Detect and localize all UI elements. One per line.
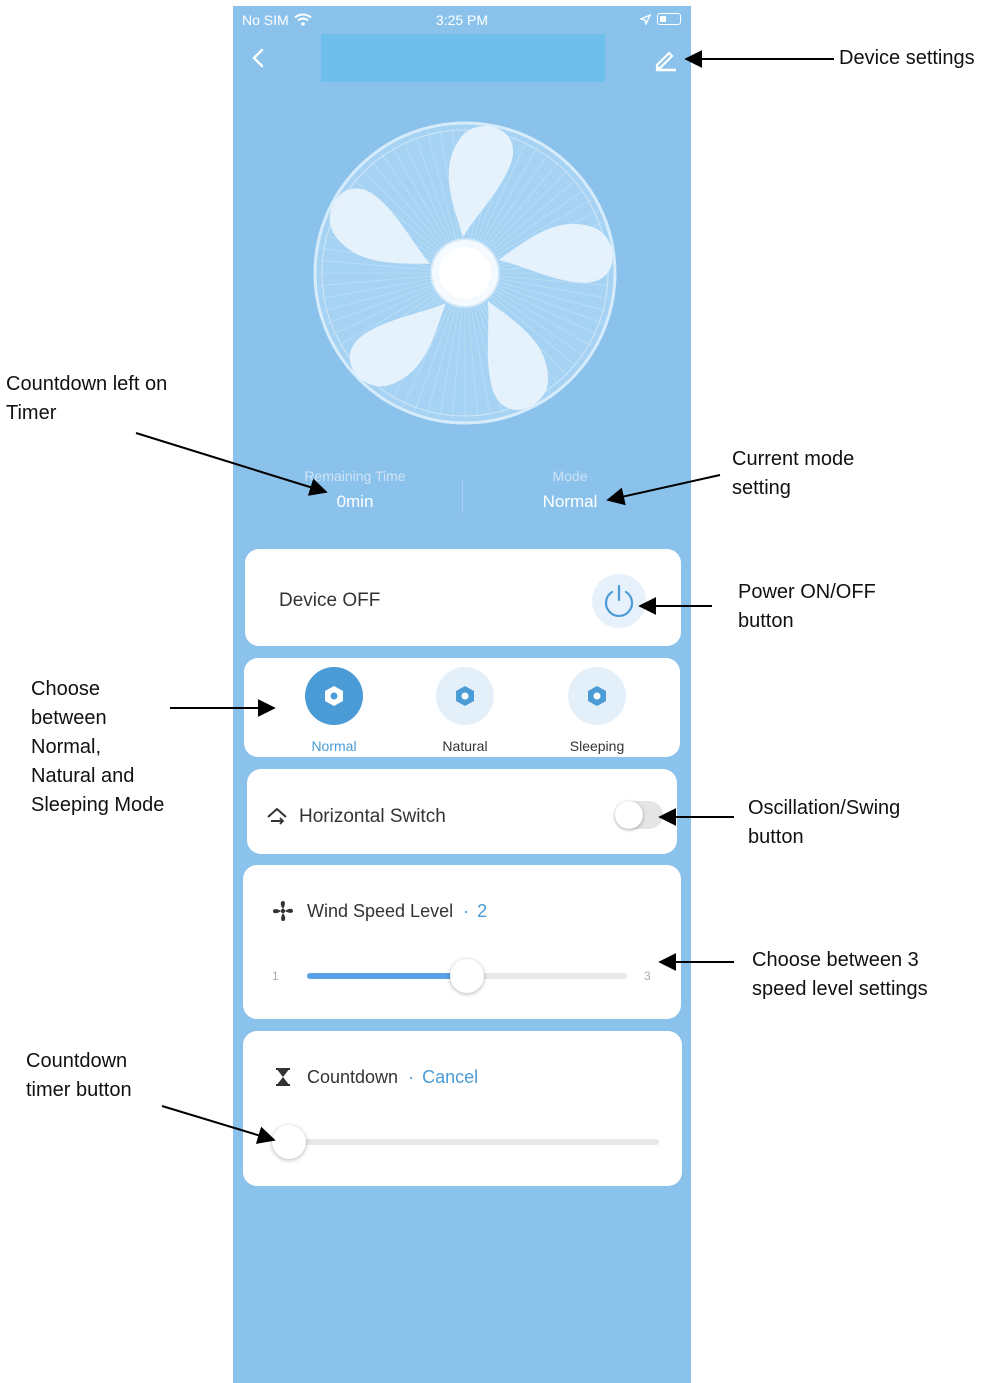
device-stats: Remaining Time 0min Mode Normal [233,468,691,528]
annotation-countdown-left: Countdown left on Timer [6,373,168,424]
stats-divider [462,480,463,514]
wind-speed-knob[interactable] [450,959,484,993]
toggle-knob [615,801,643,829]
countdown-cancel[interactable]: Cancel [422,1067,478,1088]
speed-min-label: 1 [272,969,279,983]
remaining-time-label: Remaining Time [304,468,406,484]
remaining-time-stat: Remaining Time 0min [255,468,455,512]
mode-value: Normal [542,492,598,511]
power-icon [604,584,634,617]
wind-speed-fill [307,973,467,979]
location-arrow-icon [640,13,651,25]
pencil-icon [655,51,676,72]
remaining-time-value: 0min [336,492,374,511]
mode-normal[interactable]: Normal [289,667,379,754]
annotation-choose-mode: Choose between Normal, Natural and Sleep… [31,678,165,816]
oscillation-toggle[interactable] [615,801,663,829]
mode-sleeping-circle [568,667,626,725]
back-button[interactable] [247,46,271,70]
mode-selector: Normal Natural Sleeping [244,658,680,757]
clock: 3:25 PM [435,12,489,28]
annotation-power: Power ON/OFF button [738,581,876,632]
mode-natural-circle [436,667,494,725]
status-bar: No SIM 3:25 PM [233,6,691,34]
phone-screen: No SIM 3:25 PM Remaining Time 0min Mode … [233,6,691,1383]
swing-icon [267,808,287,825]
mode-stat: Mode Normal [470,468,670,512]
hexagon-icon [325,686,343,706]
wind-speed-value: 2 [477,900,488,921]
countdown-slider[interactable] [272,1125,659,1159]
annotation-timer: Countdown timer button [26,1050,132,1101]
mode-natural[interactable]: Natural [420,667,510,754]
mode-sleeping-label: Sleeping [569,738,625,754]
edit-settings-button[interactable] [653,46,679,72]
hourglass-icon [276,1068,290,1086]
countdown-knob[interactable] [272,1125,306,1159]
mode-sleeping[interactable]: Sleeping [552,667,642,754]
wind-speed-header: Wind Speed Level · 2 [271,899,487,923]
wind-speed-card: Wind Speed Level · 2 1 3 [243,865,681,1019]
mode-natural-label: Natural [442,738,488,754]
countdown-header: Countdown · Cancel [271,1065,478,1089]
power-button[interactable] [592,574,646,628]
battery-icon [657,13,681,25]
wind-speed-slider[interactable] [307,959,627,993]
wind-speed-label: Wind Speed Level [307,900,454,921]
mode-normal-circle [305,667,363,725]
speed-max-label: 3 [644,969,651,983]
annotation-device-settings: Device settings [839,47,975,69]
power-status: Device OFF [279,590,381,611]
oscillation-label: Horizontal Switch [299,806,446,827]
annotation-speed: Choose between 3 speed level settings [752,949,928,1000]
countdown-label: Countdown [307,1066,399,1087]
fan-icon [273,901,293,921]
countdown-card: Countdown · Cancel [243,1031,682,1186]
hexagon-icon [456,686,474,706]
annotation-oscillation: Oscillation/Swing button [748,797,901,848]
annotation-current-mode: Current mode setting [732,448,855,499]
mode-normal-label: Normal [311,738,357,754]
fan-illustration [313,121,619,425]
device-title-area [321,34,605,82]
hexagon-icon [588,686,606,706]
oscillation-card: Horizontal Switch [247,769,677,854]
mode-label: Mode [552,468,588,484]
power-card: Device OFF [245,549,681,646]
